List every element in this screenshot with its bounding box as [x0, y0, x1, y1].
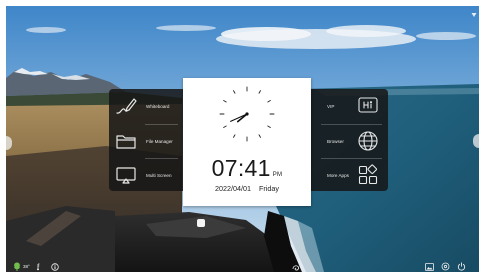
clock-tick	[258, 90, 261, 94]
date-value: 2022/04/01	[215, 184, 251, 193]
tree-icon[interactable]	[13, 262, 21, 271]
time-value: 07:41	[211, 155, 271, 181]
browser-app[interactable]: Browser	[311, 124, 388, 158]
clock-tick	[223, 125, 227, 128]
more-apps-label: More Apps	[327, 173, 349, 178]
digital-time: 07:41 PM	[183, 156, 311, 187]
top-right-indicator-icon	[471, 13, 477, 17]
right-app-panel: VIP Browser More Apps	[311, 89, 388, 191]
clock-tick	[233, 90, 236, 94]
clock-tick	[267, 100, 271, 103]
ampm-value: PM	[272, 172, 283, 178]
clock-tick	[267, 125, 271, 128]
screen-cast-icon	[115, 164, 137, 186]
pen-stroke-icon	[115, 95, 137, 117]
whiteboard-label: Whiteboard	[146, 104, 170, 109]
app-grid-icon	[357, 164, 379, 186]
power-icon[interactable]	[457, 262, 466, 271]
temperature-icon[interactable]	[36, 263, 43, 271]
clock-tick	[233, 134, 236, 138]
settings-icon[interactable]	[441, 262, 450, 271]
temperature-text: 38°	[23, 264, 30, 269]
vip-app[interactable]: VIP	[311, 89, 388, 123]
clock-tick	[258, 134, 261, 138]
date-row: 2022/04/01 Friday	[183, 184, 311, 193]
status-bar-right	[425, 262, 466, 271]
page-indicator[interactable]	[197, 219, 205, 227]
multi-screen-app[interactable]: Multi Screen	[109, 158, 184, 192]
clock-center-dot	[245, 112, 249, 116]
more-apps-app[interactable]: More Apps	[311, 158, 388, 192]
desktop-screen: Whiteboard File Manager Multi Screen VIP…	[0, 0, 485, 276]
browser-label: Browser	[327, 139, 344, 144]
right-edge-menu-button[interactable]	[473, 134, 479, 148]
clock-widget[interactable]: 07:41 PM 2022/04/01 Friday	[183, 78, 311, 206]
globe-icon	[357, 130, 379, 152]
multi-screen-label: Multi Screen	[146, 173, 172, 178]
image-icon[interactable]	[425, 262, 434, 271]
whiteboard-app[interactable]: Whiteboard	[109, 89, 184, 123]
clock-tick	[223, 100, 227, 103]
weekday-value: Friday	[259, 184, 279, 193]
analog-clock	[219, 86, 275, 142]
file-manager-label: File Manager	[146, 139, 173, 144]
hi-chat-icon	[357, 95, 379, 117]
file-manager-app[interactable]: File Manager	[109, 124, 184, 158]
swirl-icon[interactable]	[292, 264, 300, 272]
info-icon[interactable]	[51, 262, 59, 271]
folder-icon	[115, 130, 137, 152]
vip-label: VIP	[327, 104, 335, 109]
status-bar-left: 38°	[13, 262, 59, 271]
left-app-panel: Whiteboard File Manager Multi Screen	[109, 89, 184, 191]
